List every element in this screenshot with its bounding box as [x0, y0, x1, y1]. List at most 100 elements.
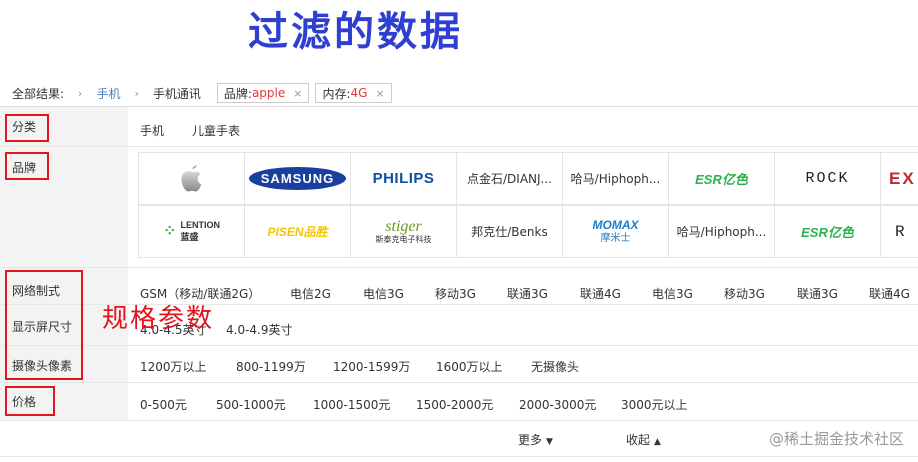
filter-tag-brand[interactable]: 品牌: apple × [216, 83, 310, 103]
filter-option[interactable]: 联通3G [797, 285, 869, 302]
divider [0, 382, 918, 383]
filter-option[interactable]: 移动3G [435, 285, 507, 302]
stiger-name: stiger [385, 217, 422, 235]
divider [0, 345, 918, 346]
lention-dot-icon: ⁘ [163, 222, 177, 240]
filter-option[interactable]: 联通4G [869, 285, 918, 302]
filter-option[interactable]: 电信2G [290, 285, 363, 302]
filter-option[interactable]: 电信3G [363, 285, 435, 302]
lention-logo: ⁘ LENTION 蓝盛 [163, 220, 220, 243]
brand-lention[interactable]: ⁘ LENTION 蓝盛 [138, 205, 245, 258]
brand-r[interactable]: R [880, 205, 918, 258]
filter-option[interactable]: 1600万以上 [436, 358, 531, 375]
brand-hiphop-2[interactable]: 哈马/Hiphoph... [668, 205, 775, 258]
brand-logo-text: SAMSUNG [248, 167, 347, 190]
brand-name: 哈马/Hiphoph... [676, 225, 767, 239]
chevron-right-icon: › [134, 86, 139, 100]
filter-values-category: 手机 儿童手表 [140, 122, 240, 139]
brand-rock[interactable]: ROCK [774, 152, 881, 205]
more-button[interactable]: 更多 ▼ [518, 431, 553, 448]
filter-option[interactable]: 500-1000元 [216, 396, 313, 413]
divider [0, 267, 918, 268]
brand-esr-2[interactable]: ESR亿色 [774, 205, 881, 258]
more-label: 更多 [518, 433, 543, 447]
stiger-sub: 斯泰克电子科技 [375, 234, 432, 244]
brand-apple[interactable] [138, 152, 245, 205]
brand-name: 点金石/DIANJ... [467, 172, 552, 186]
collapse-button[interactable]: 收起 ▲ [626, 431, 661, 448]
momax-logo: MOMAX 摩米士 [592, 218, 639, 244]
filter-values-network: GSM（移动/联通2G） 电信2G 电信3G 移动3G 联通3G 联通4G 电信… [140, 285, 918, 302]
filter-tag-key: 品牌: [223, 86, 252, 101]
brand-name: 邦克仕/Benks [471, 225, 548, 239]
brand-logo-text: EX [889, 168, 916, 188]
brand-logo-text: ESR亿色 [695, 172, 748, 187]
brand-logo-text: R [895, 222, 905, 241]
brand-grid: SAMSUNG PHILIPS 点金石/DIANJ... 哈马/Hiphoph.… [138, 152, 918, 260]
caret-down-icon: ▼ [546, 437, 553, 447]
filter-option[interactable]: 1200万以上 [140, 358, 236, 375]
watermark: @稀土掘金技术社区 [768, 430, 904, 448]
lention-name: LENTION [180, 220, 220, 230]
annotation-spec-label: 规格参数 [102, 304, 215, 334]
filter-values-camera: 1200万以上 800-1199万 1200-1599万 1600万以上 无摄像… [140, 358, 579, 375]
filter-option[interactable]: 儿童手表 [192, 122, 240, 139]
collapse-label: 收起 [626, 433, 651, 447]
apple-logo-icon [180, 164, 201, 191]
annotation-box-brand [5, 152, 49, 180]
close-icon[interactable]: × [375, 87, 384, 100]
divider [0, 106, 918, 107]
filter-option[interactable]: 联通4G [580, 285, 652, 302]
filter-option[interactable]: GSM（移动/联通2G） [140, 285, 290, 302]
momax-name: MOMAX [592, 218, 639, 233]
filter-option[interactable]: 手机 [140, 122, 164, 139]
filter-option[interactable]: 1500-2000元 [416, 396, 519, 413]
annotation-box-price [5, 386, 55, 416]
filter-option[interactable]: 1000-1500元 [313, 396, 416, 413]
annotation-box-category [5, 114, 49, 142]
filter-option[interactable]: 3000元以上 [621, 396, 688, 413]
brand-samsung[interactable]: SAMSUNG [244, 152, 351, 205]
filter-option[interactable]: 联通3G [507, 285, 580, 302]
divider [0, 146, 918, 147]
brand-dianjinshi[interactable]: 点金石/DIANJ... [456, 152, 563, 205]
filter-tag-key: 内存: [322, 86, 351, 101]
breadcrumb-subcategory[interactable]: 手机通讯 [153, 85, 201, 102]
filter-option[interactable]: 电信3G [652, 285, 724, 302]
brand-ex[interactable]: EX [880, 152, 918, 205]
brand-logo-text: ROCK [805, 170, 850, 187]
all-results-label: 全部结果: [12, 86, 65, 101]
filter-option[interactable]: 2000-3000元 [519, 396, 621, 413]
caret-up-icon: ▲ [654, 437, 661, 447]
momax-sub: 摩米士 [600, 232, 631, 244]
brand-philips[interactable]: PHILIPS [350, 152, 457, 205]
brand-esr[interactable]: ESR亿色 [668, 152, 775, 205]
chevron-right-icon: › [78, 86, 83, 100]
filter-values-price: 0-500元 500-1000元 1000-1500元 1500-2000元 2… [140, 396, 688, 413]
page-heading: 过滤的数据 [248, 8, 463, 55]
lention-text: LENTION 蓝盛 [180, 220, 220, 243]
brand-momax[interactable]: MOMAX 摩米士 [562, 205, 669, 258]
breadcrumb-category-link[interactable]: 手机 [96, 85, 120, 102]
brand-pisen[interactable]: PISEN品胜 [244, 205, 351, 258]
filter-tag-value: 4G [350, 86, 368, 100]
filter-option[interactable]: 1200-1599万 [333, 358, 436, 375]
brand-hiphop[interactable]: 哈马/Hiphoph... [562, 152, 669, 205]
annotation-box-specs [5, 270, 83, 380]
filter-option[interactable]: 0-500元 [140, 396, 216, 413]
brand-logo-text: PISEN品胜 [267, 225, 328, 239]
filter-option[interactable]: 无摄像头 [531, 358, 579, 375]
filter-option[interactable]: 移动3G [724, 285, 797, 302]
divider [0, 456, 918, 457]
breadcrumb: 全部结果: › 手机 › 手机通讯 品牌: apple × 内存: 4G × [0, 80, 918, 106]
lention-sub: 蓝盛 [180, 232, 199, 242]
brand-benks[interactable]: 邦克仕/Benks [456, 205, 563, 258]
filter-option[interactable]: 4.0-4.9英寸 [226, 321, 293, 338]
filter-option[interactable]: 800-1199万 [236, 358, 333, 375]
brand-stiger[interactable]: stiger 斯泰克电子科技 [350, 205, 457, 258]
filter-tag-memory[interactable]: 内存: 4G × [315, 83, 392, 103]
stiger-logo: stiger 斯泰克电子科技 [375, 217, 432, 244]
close-icon[interactable]: × [293, 87, 302, 100]
brand-logo-text: PHILIPS [372, 170, 435, 187]
filter-tag-value: apple [251, 86, 286, 100]
